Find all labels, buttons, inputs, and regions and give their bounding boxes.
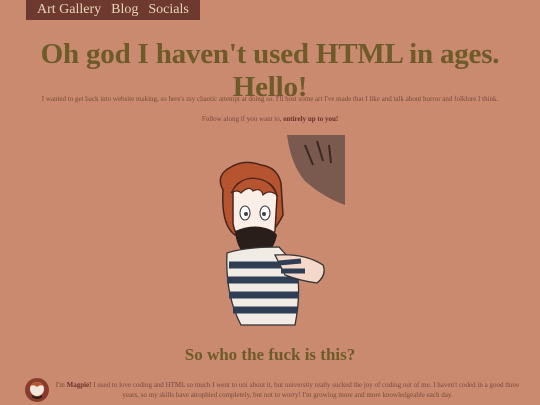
follow-text: Follow along if you want to, entirely up… <box>20 115 520 123</box>
about-heading: So who the fuck is this? <box>184 345 356 364</box>
about-body: I used to love coding and HTML so much I… <box>91 381 520 399</box>
follow-prefix: Follow along if you want to, <box>201 115 284 123</box>
character-illustration <box>219 135 345 326</box>
avatar-sticker-icon <box>25 378 49 402</box>
follow-emphasis: entirely up to you! <box>283 115 339 123</box>
nav-art-gallery[interactable]: Art Gallery <box>37 0 101 20</box>
intro-text: I wanted to get back into website making… <box>41 95 499 103</box>
about-text: I'm Magpie! I used to love coding and HT… <box>50 380 525 400</box>
about-prefix: I'm <box>55 381 67 389</box>
top-navigation: Art Gallery Blog Socials <box>26 0 200 20</box>
nav-blog[interactable]: Blog <box>111 0 138 20</box>
about-name: Magpie! <box>66 381 92 389</box>
nav-socials[interactable]: Socials <box>148 0 188 20</box>
